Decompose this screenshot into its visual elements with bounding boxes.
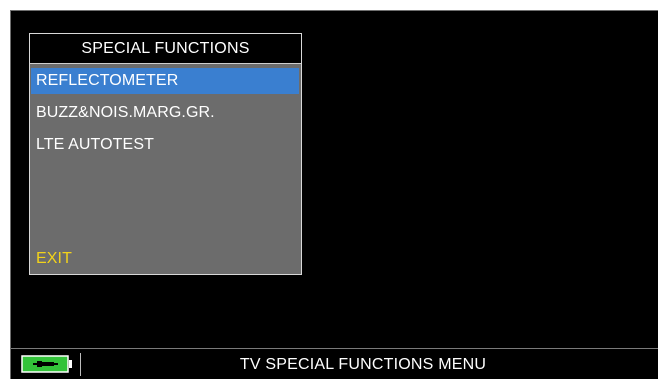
menu-item-reflectometer[interactable]: REFLECTOMETER (31, 68, 299, 94)
status-bar-text: TV SPECIAL FUNCTIONS MENU (239, 356, 487, 373)
menu-item-buzz-noise-margin-graph[interactable]: BUZZ&NOIS.MARG.GR. (31, 100, 299, 126)
special-functions-menu: SPECIAL FUNCTIONS REFLECTOMETER BUZZ&NOI… (29, 33, 302, 275)
battery-indicator (17, 353, 81, 376)
device-screen: SPECIAL FUNCTIONS REFLECTOMETER BUZZ&NOI… (10, 10, 658, 379)
menu-item-lte-autotest[interactable]: LTE AUTOTEST (31, 132, 299, 158)
menu-item-exit[interactable]: EXIT (31, 246, 299, 272)
status-bar: TV SPECIAL FUNCTIONS MENU (11, 348, 658, 379)
battery-icon (21, 355, 72, 373)
screen-frame: SPECIAL FUNCTIONS REFLECTOMETER BUZZ&NOI… (0, 0, 658, 379)
menu-title: SPECIAL FUNCTIONS (30, 34, 301, 64)
